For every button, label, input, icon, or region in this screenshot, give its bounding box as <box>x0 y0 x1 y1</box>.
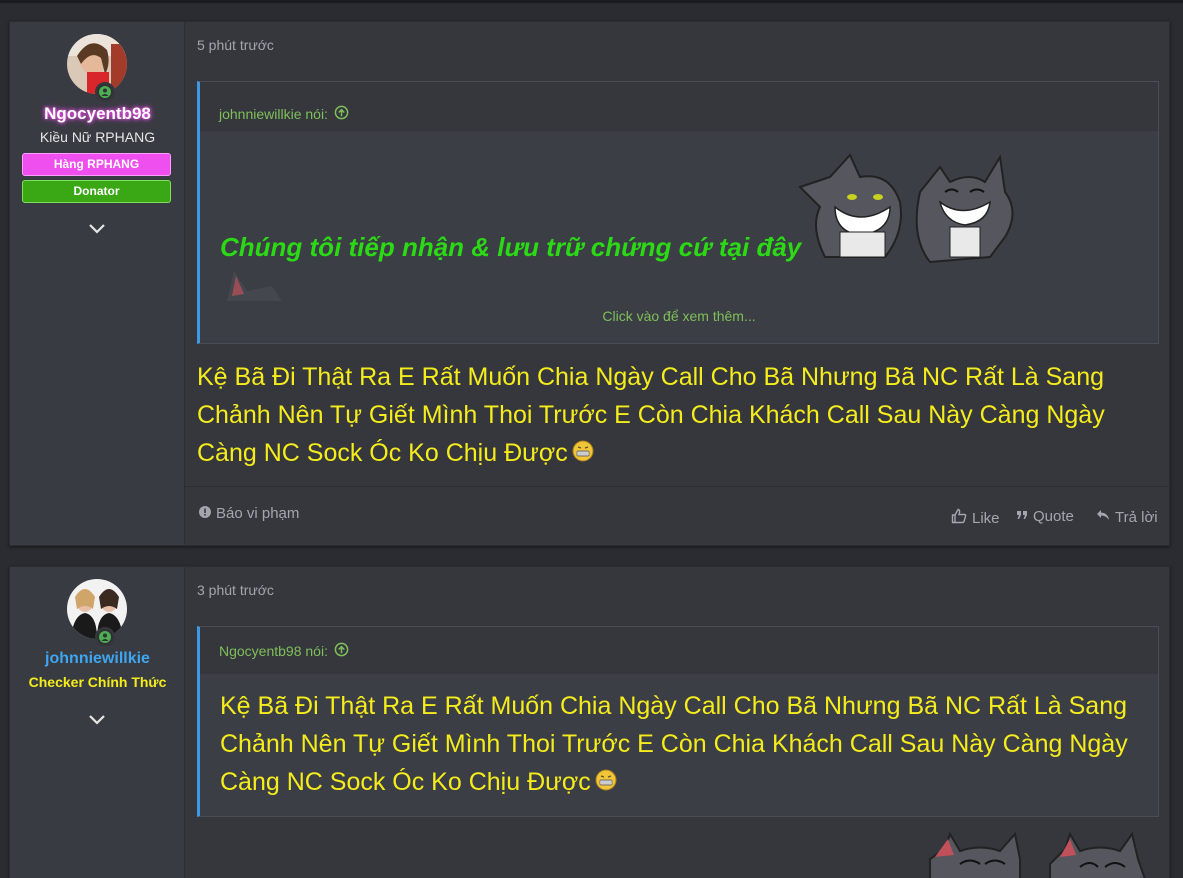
quote-block: Ngocyentb98 nói: Kệ Bã Đi Thật Ra E Rất … <box>197 626 1159 817</box>
reply-label: Trả lời <box>1115 508 1158 526</box>
footer-divider <box>185 486 1169 487</box>
thumbs-up-icon <box>951 508 967 528</box>
expand-quote-link[interactable]: Click vào để xem thêm... <box>200 308 1158 324</box>
username[interactable]: johnniewillkie <box>10 650 185 668</box>
user-title: Checker Chính Thức <box>28 674 167 690</box>
post-message-text: Kệ Bã Đi Thật Ra E Rất Muốn Chia Ngày Ca… <box>197 363 1105 467</box>
post-time[interactable]: 3 phút trước <box>197 582 274 598</box>
quote-text: Kệ Bã Đi Thật Ra E Rất Muốn Chia Ngày Ca… <box>220 692 1128 796</box>
cat-sticker-image <box>929 831 1146 878</box>
user-column: Ngocyentb98 Kiều Nữ RPHANG Hàng RPHANG D… <box>10 22 185 545</box>
reply-button[interactable]: Trả lời <box>1096 508 1158 526</box>
chevron-down-icon[interactable] <box>86 217 108 239</box>
online-status-icon <box>95 627 115 647</box>
quote-header[interactable]: johnniewillkie nói: <box>200 82 1158 131</box>
user-banner-rphang: Hàng RPHANG <box>22 153 171 176</box>
post-time[interactable]: 5 phút trước <box>197 37 274 53</box>
quote-author: Ngocyentb98 nói: <box>219 642 328 659</box>
top-strip <box>0 0 1183 3</box>
like-button[interactable]: Like <box>951 508 1000 528</box>
grimace-emoji-icon <box>595 764 617 802</box>
username[interactable]: Ngocyentb98 <box>10 104 185 124</box>
user-banner-donator: Donator <box>22 180 171 203</box>
arrow-up-circle-icon <box>334 105 349 123</box>
warning-icon <box>199 505 211 522</box>
avatar[interactable] <box>67 579 127 647</box>
cat-ear-image <box>227 271 282 301</box>
post-content: 5 phút trước johnniewillkie nói: Chúng t… <box>185 22 1169 545</box>
post-1: Ngocyentb98 Kiều Nữ RPHANG Hàng RPHANG D… <box>9 21 1170 546</box>
user-title: Kiều Nữ RPHANG <box>39 129 156 145</box>
grimace-emoji-icon <box>572 435 594 473</box>
quote-author: johnniewillkie nói: <box>219 106 328 122</box>
quote-icon <box>1016 508 1028 525</box>
user-column: johnniewillkie Checker Chính Thức <box>10 567 185 878</box>
quote-body: Chúng tôi tiếp nhận & lưu trữ chứng cứ t… <box>200 131 1158 343</box>
report-button[interactable]: Báo vi phạm <box>199 505 299 522</box>
like-label: Like <box>972 509 1000 527</box>
post-2: johnniewillkie Checker Chính Thức 3 phút… <box>9 566 1170 878</box>
arrow-up-circle-icon <box>334 642 349 660</box>
online-status-icon <box>95 82 115 102</box>
quote-label: Quote <box>1033 508 1074 525</box>
quote-block: johnniewillkie nói: Chúng tôi tiếp nhận … <box>197 81 1159 344</box>
avatar[interactable] <box>67 34 127 102</box>
cat-sticker-image <box>798 153 1014 264</box>
quote-body: Kệ Bã Đi Thật Ra E Rất Muốn Chia Ngày Ca… <box>200 674 1158 802</box>
post-message: Kệ Bã Đi Thật Ra E Rất Muốn Chia Ngày Ca… <box>197 358 1167 473</box>
reply-icon <box>1096 508 1110 526</box>
quote-text: Chúng tôi tiếp nhận & lưu trữ chứng cứ t… <box>220 232 802 262</box>
report-label: Báo vi phạm <box>216 505 300 522</box>
quote-header[interactable]: Ngocyentb98 nói: <box>200 627 1158 674</box>
chevron-down-icon[interactable] <box>86 708 108 730</box>
quote-button[interactable]: Quote <box>1016 508 1074 525</box>
post-content: 3 phút trước Ngocyentb98 nói: Kệ Bã Đi T… <box>185 567 1169 878</box>
